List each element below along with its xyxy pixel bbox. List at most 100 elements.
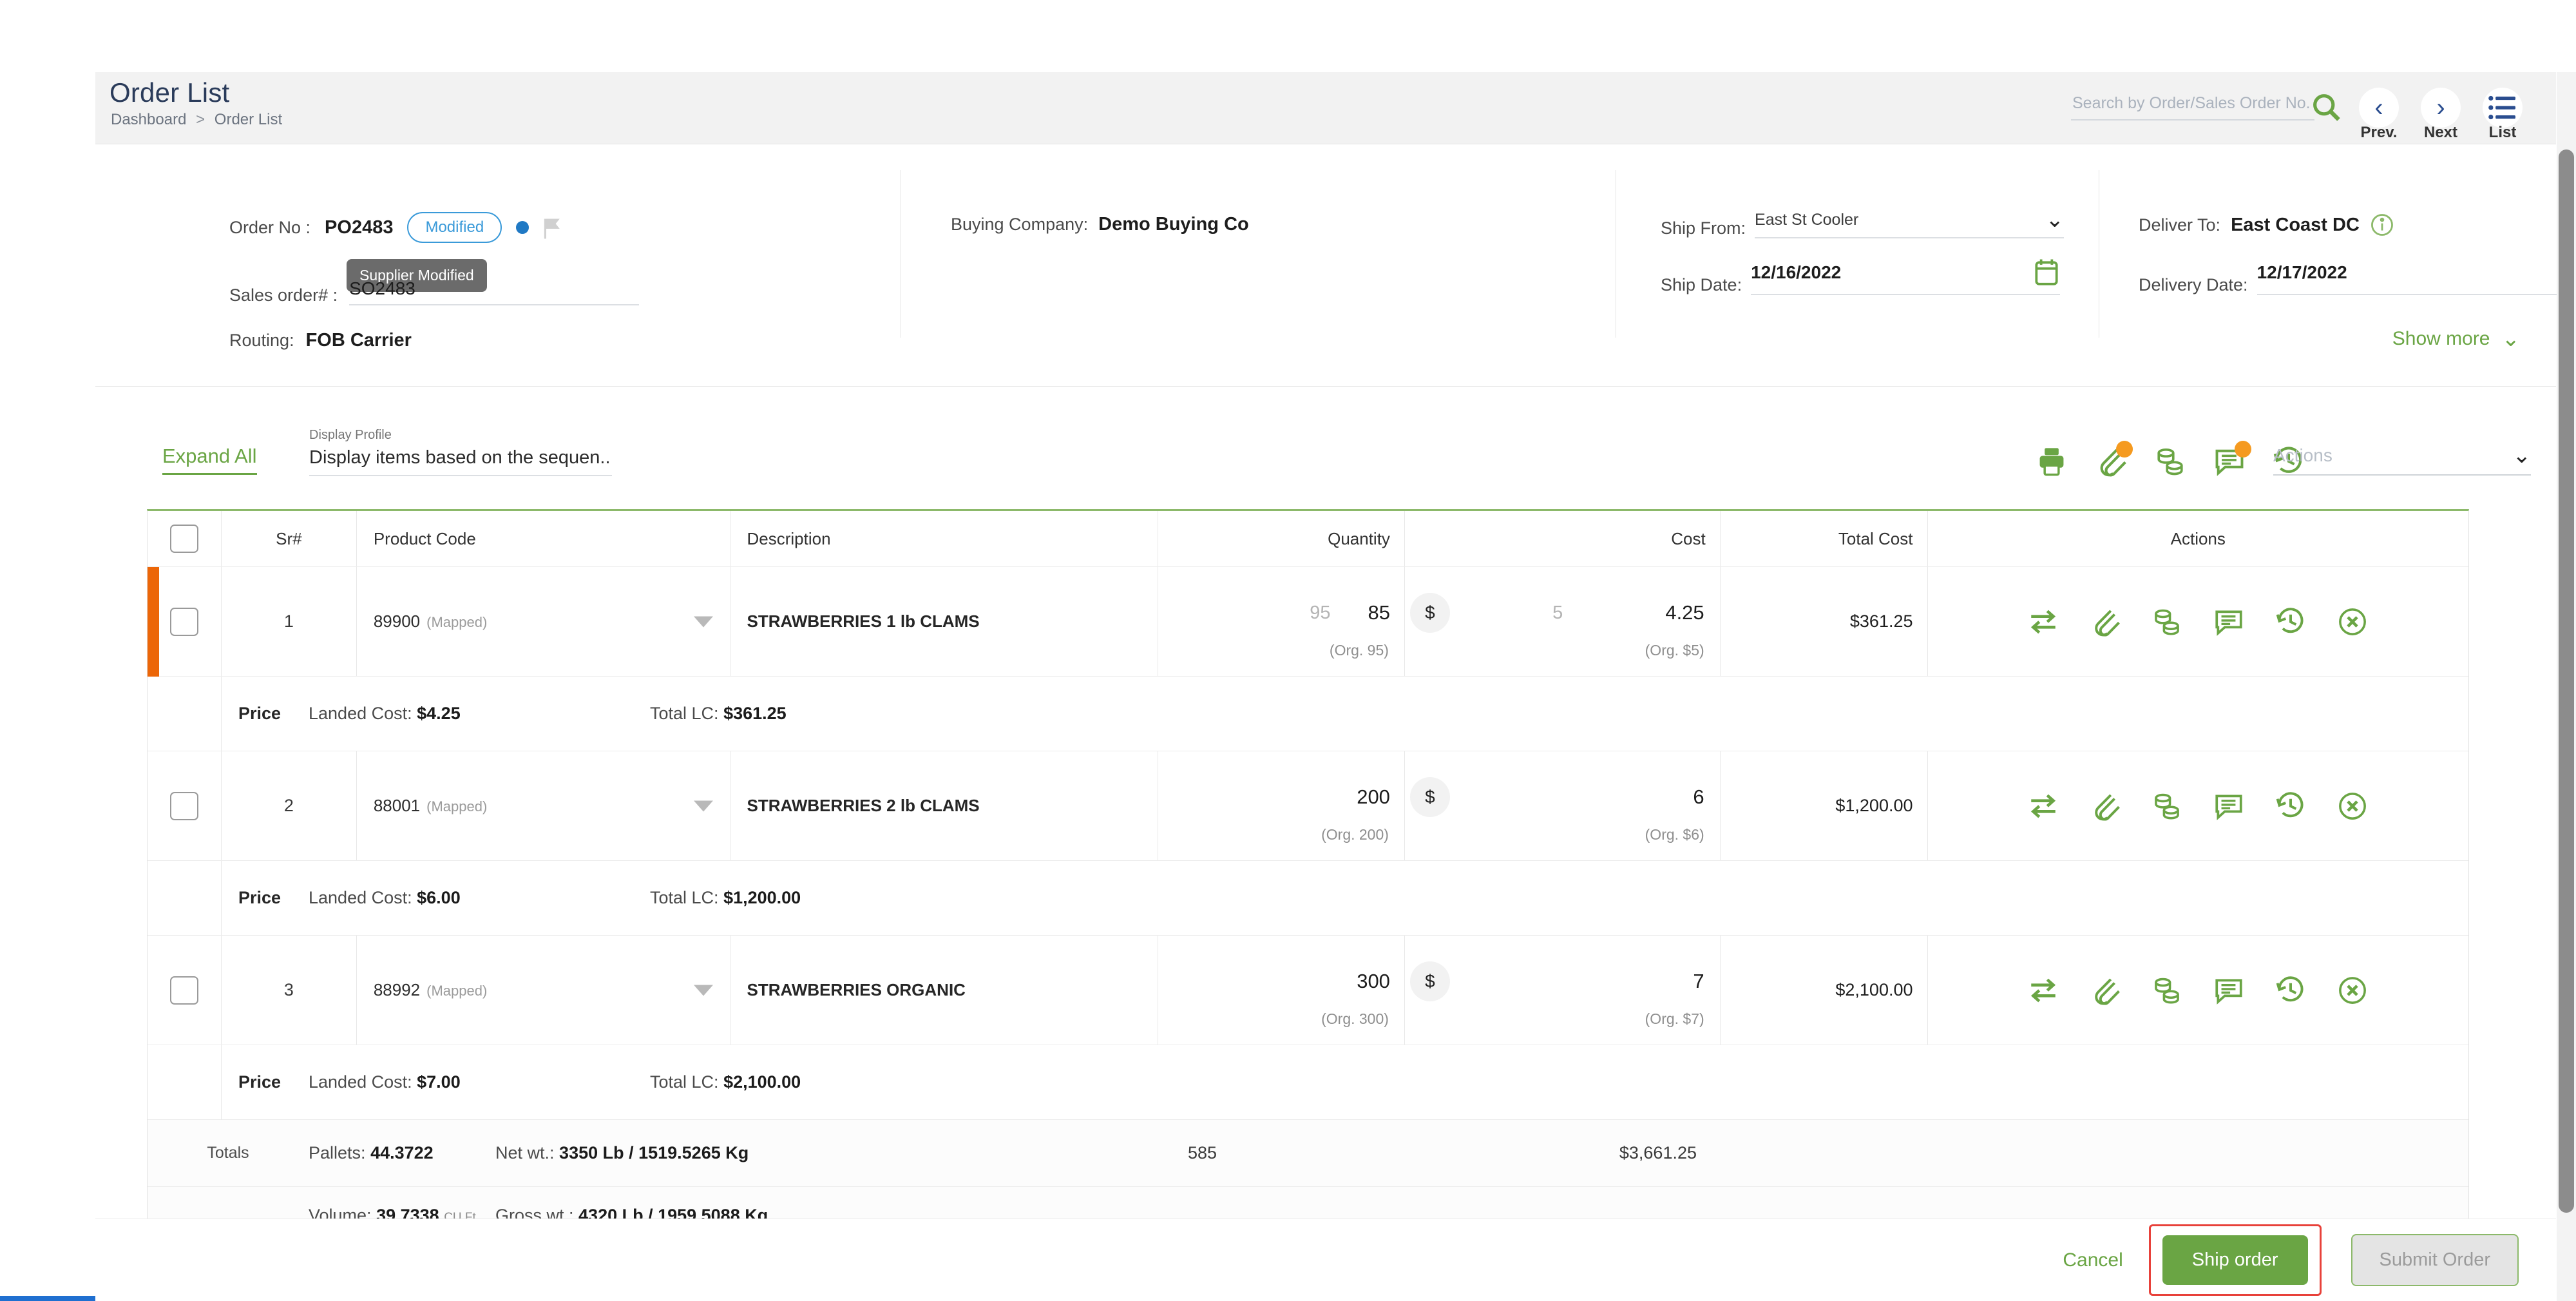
buying-company-column: Buying Company: Demo Buying Co <box>901 144 1609 387</box>
substitute-icon[interactable] <box>2027 790 2059 822</box>
row-select-cell <box>148 936 222 1045</box>
row-quantity[interactable]: 300 (Org. 300) <box>1158 936 1405 1045</box>
list-button[interactable]: List <box>2472 77 2533 142</box>
cost-value: 4.25 <box>1665 601 1704 624</box>
history-icon[interactable] <box>2275 790 2307 822</box>
comment-icon[interactable] <box>2213 606 2245 638</box>
chevron-right-icon: › <box>2421 88 2461 128</box>
remove-icon[interactable] <box>2336 974 2369 1007</box>
info-icon[interactable] <box>2370 213 2394 237</box>
attachment-icon[interactable] <box>2089 606 2121 638</box>
table-row[interactable]: 1 89900 (Mapped) STRAWBERRIES 1 lb CLAMS … <box>148 566 2469 677</box>
display-profile-select[interactable]: Display Profile Display items based on t… <box>309 428 612 476</box>
page-scrollbar-track[interactable] <box>2557 72 2576 1301</box>
totals-quantity: 585 <box>1187 1143 1217 1162</box>
search-input[interactable] <box>2071 92 2314 120</box>
ship-from-select[interactable]: East St Cooler ⌄ <box>1755 207 2065 238</box>
row-product-code-select[interactable]: 89900 (Mapped) <box>357 567 730 676</box>
row-total-cost: $1,200.00 <box>1721 751 1928 860</box>
attachment-icon[interactable] <box>2089 790 2121 822</box>
column-header-sr: Sr# <box>222 511 357 566</box>
row-product-code-select[interactable]: 88001 (Mapped) <box>357 751 730 860</box>
comment-icon[interactable] <box>2213 974 2245 1007</box>
prev-button[interactable]: ‹ Prev. <box>2348 77 2410 142</box>
display-profile-caption: Display Profile <box>309 428 392 442</box>
routing-label: Routing: <box>229 331 294 350</box>
row-description: STRAWBERRIES 1 lb CLAMS <box>730 567 1159 676</box>
substitute-icon[interactable] <box>2027 974 2059 1007</box>
comment-icon[interactable] <box>2213 441 2251 478</box>
unread-dot-icon <box>516 221 530 234</box>
remove-icon[interactable] <box>2336 790 2369 822</box>
page-scrollbar-thumb[interactable] <box>2559 149 2574 1213</box>
next-label: Next <box>2423 124 2458 141</box>
row-product-code-select[interactable]: 88992 (Mapped) <box>357 936 730 1045</box>
landed-cost: Landed Cost: $4.25 <box>309 704 461 723</box>
ship-order-button[interactable]: Ship order <box>2162 1235 2308 1285</box>
attachment-icon[interactable] <box>2094 441 2133 478</box>
select-all-checkbox[interactable] <box>169 525 198 553</box>
flag-icon[interactable] <box>543 218 560 239</box>
ship-date-field[interactable]: 12/16/2022 <box>1751 258 2061 295</box>
chevron-down-icon: ⌄ <box>2501 327 2521 351</box>
expand-all-link[interactable]: Expand All <box>162 445 257 475</box>
row-checkbox[interactable] <box>169 976 198 1005</box>
ship-from-column: Ship From: East St Cooler ⌄ Ship Date: 1… <box>1616 144 2092 387</box>
caret-down-icon[interactable] <box>693 985 713 996</box>
calendar-icon[interactable] <box>2033 258 2060 287</box>
row-cost[interactable]: $ 6 (Org. $6) <box>1405 751 1721 860</box>
row-actions <box>1928 567 2469 676</box>
ship-date-label: Ship Date: <box>1661 275 1742 294</box>
coins-icon[interactable] <box>2151 974 2183 1007</box>
show-more-toggle[interactable]: Show more ⌄ <box>2392 328 2520 350</box>
app-page: Order List Dashboard > Order List ‹ Prev… <box>0 0 2576 1301</box>
history-icon[interactable] <box>2275 606 2307 638</box>
table-row[interactable]: 3 88992 (Mapped) STRAWBERRIES ORGANIC 300… <box>148 935 2468 1045</box>
substitute-icon[interactable] <box>2027 606 2059 638</box>
row-checkbox[interactable] <box>169 607 198 636</box>
row-checkbox[interactable] <box>169 791 198 820</box>
price-label: Price <box>238 1072 281 1092</box>
deliver-to-value: East Coast DC <box>2231 214 2360 235</box>
row-quantity[interactable]: 200 (Org. 200) <box>1158 751 1405 860</box>
attachment-icon[interactable] <box>2089 974 2121 1007</box>
cost-original: (Org. $7) <box>1645 1010 1704 1027</box>
status-badge-modified[interactable]: Modified <box>407 212 502 243</box>
print-icon[interactable] <box>2035 445 2068 478</box>
next-button[interactable]: › Next <box>2410 77 2472 142</box>
coins-icon[interactable] <box>2153 445 2187 478</box>
row-cost[interactable]: $ 7 (Org. $7) <box>1405 936 1721 1045</box>
actions-select[interactable]: Actions ⌄ <box>2273 445 2531 476</box>
cancel-button[interactable]: Cancel <box>2037 1249 2148 1271</box>
caret-down-icon[interactable] <box>693 800 713 811</box>
row-quantity[interactable]: 95 85 (Org. 95) <box>1158 567 1405 676</box>
quantity-previous: 95 <box>1310 602 1331 623</box>
row-cost[interactable]: $ 5 4.25 (Org. $5) <box>1405 567 1721 676</box>
price-label: Price <box>238 888 281 907</box>
caret-down-icon[interactable] <box>693 616 713 627</box>
column-header-quantity: Quantity <box>1158 511 1405 566</box>
delivery-date-field[interactable]: 12/17/2022 <box>2256 258 2576 295</box>
sales-order-label: Sales order# : <box>229 285 338 305</box>
column-header-product-code: Product Code <box>357 511 730 566</box>
totals-row: Totals Pallets: 44.3722 Net wt.: 3350 Lb… <box>148 1119 2468 1186</box>
breadcrumb-dashboard[interactable]: Dashboard <box>111 111 186 128</box>
product-code-mapped: (Mapped) <box>426 614 488 630</box>
product-code-value: 89900 <box>373 612 421 631</box>
list-icon <box>2483 88 2523 128</box>
table-header-row: Sr# Product Code Description Quantity Co… <box>148 511 2468 566</box>
chevron-left-icon: ‹ <box>2359 88 2399 128</box>
ship-date-value: 12/16/2022 <box>1751 262 1842 282</box>
coins-icon[interactable] <box>2151 606 2183 638</box>
comment-icon[interactable] <box>2213 790 2245 822</box>
chevron-down-icon: ⌄ <box>2045 207 2065 232</box>
total-landed-cost: Total LC: $2,100.00 <box>650 1072 801 1092</box>
search-icon[interactable] <box>2309 90 2343 124</box>
quantity-original: (Org. 95) <box>1329 642 1389 659</box>
history-icon[interactable] <box>2275 974 2307 1007</box>
coins-icon[interactable] <box>2151 790 2183 822</box>
table-row[interactable]: 2 88001 (Mapped) STRAWBERRIES 2 lb CLAMS … <box>148 751 2468 860</box>
remove-icon[interactable] <box>2336 606 2369 638</box>
cost-original: (Org. $5) <box>1645 642 1704 659</box>
landed-cost: Landed Cost: $7.00 <box>309 1072 461 1092</box>
